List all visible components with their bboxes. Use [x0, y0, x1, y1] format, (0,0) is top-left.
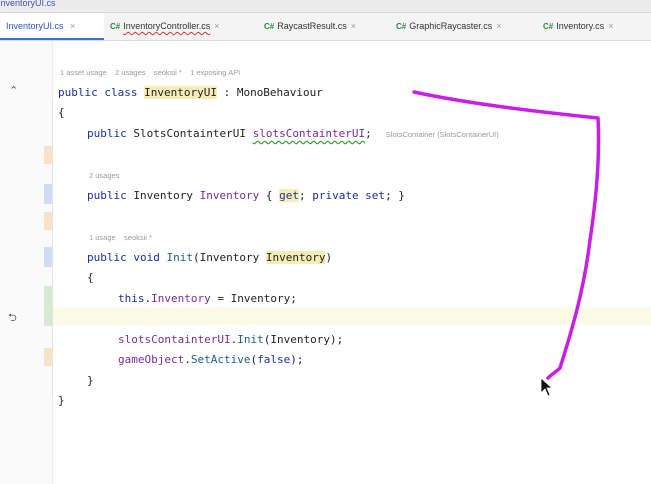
keyword: public void	[87, 251, 167, 264]
change-marker	[44, 184, 52, 204]
assignment: = Inventory;	[210, 292, 297, 305]
class-name: InventoryUI	[144, 86, 217, 99]
method-name: Init	[166, 251, 193, 264]
punct: (Inventory	[192, 251, 266, 264]
undo-icon[interactable]: ⮌	[8, 309, 17, 328]
serialized-field-hint: SlotsContainer (SlotsContainerUI)	[385, 130, 499, 139]
parameter-name: Inventory	[265, 251, 326, 264]
property-name: Inventory	[151, 292, 211, 305]
code-line: gameObject.SetActive(false);	[118, 352, 303, 367]
code-line: public class InventoryUI : MonoBehaviour	[58, 85, 323, 100]
code-vision-hints: 1 usage seoksii *	[89, 233, 152, 242]
tab-label: InventoryController.cs	[123, 21, 211, 31]
code-line: {	[87, 271, 94, 284]
editor-tab-bar: InventoryUI.cs × C# InventoryController.c…	[0, 13, 651, 41]
code-vision-hints: 2 usages	[89, 171, 119, 180]
close-icon[interactable]: ×	[70, 21, 75, 31]
change-marker	[44, 247, 52, 267]
author-hint[interactable]: seoksii *	[154, 68, 182, 77]
method-name: Init	[237, 333, 264, 346]
code-line: }	[58, 394, 65, 407]
code-line: this.Inventory = Inventory;	[118, 291, 297, 306]
code-vision-hints: 1 asset usage 2 usages seoksii * 1 expos…	[60, 68, 240, 77]
change-marker	[44, 212, 52, 230]
window-titlebar: InventoryUI.cs	[0, 0, 651, 13]
class-implements-icon[interactable]: ⌃	[9, 84, 18, 97]
code-line: public void Init(Inventory Inventory)	[87, 250, 332, 265]
window-title: InventoryUI.cs	[0, 0, 56, 8]
close-icon[interactable]: ×	[214, 21, 219, 31]
fold-guide	[52, 98, 53, 398]
code-editor[interactable]: 1 asset usage 2 usages seoksii * 1 expos…	[58, 41, 651, 484]
tab-inventorycontroller[interactable]: C# InventoryController.cs ×	[110, 13, 220, 40]
tab-label: RaycastResult.cs	[277, 21, 347, 31]
csharp-file-icon: C#	[396, 22, 407, 31]
change-marker	[44, 286, 52, 326]
close-icon[interactable]: ×	[351, 21, 356, 31]
field-name: slotsContainterUI	[252, 127, 366, 140]
field-name: slotsContainterUI	[118, 333, 231, 346]
base-class: : MonoBehaviour	[216, 86, 323, 99]
usage-hint[interactable]: 1 asset usage	[60, 68, 107, 77]
close-icon[interactable]: ×	[496, 21, 501, 31]
author-hint[interactable]: seoksii *	[124, 233, 152, 242]
tab-inventoryui[interactable]: InventoryUI.cs ×	[0, 13, 104, 40]
api-hint[interactable]: 1 exposing API	[190, 68, 240, 77]
keyword: private set	[312, 189, 386, 202]
keyword: get	[279, 189, 299, 202]
method-name: SetActive	[190, 353, 251, 366]
tab-label: Inventory.cs	[556, 21, 605, 31]
tab-label: InventoryUI.cs	[6, 21, 64, 31]
close-icon[interactable]: ×	[608, 21, 613, 31]
keyword: this	[118, 292, 145, 305]
keyword: public	[87, 189, 134, 202]
csharp-file-icon: C#	[264, 22, 275, 31]
punct: ; }	[385, 189, 405, 202]
code-line: public SlotsContainterUI slotsContainter…	[87, 126, 499, 141]
keyword: public class	[58, 86, 145, 99]
keyword: public	[87, 127, 134, 140]
punct: )	[325, 251, 333, 264]
type-name: Inventory	[133, 189, 200, 202]
punct: ;	[365, 127, 372, 140]
tab-raycastresult[interactable]: C# RaycastResult.cs ×	[264, 13, 356, 40]
property-name: Inventory	[199, 189, 260, 202]
code-line: public Inventory Inventory { get; privat…	[87, 188, 405, 203]
args: (Inventory);	[263, 333, 344, 346]
tab-inventory[interactable]: C# Inventory.cs ×	[543, 13, 613, 40]
punct: ;	[298, 189, 313, 202]
punct: {	[259, 189, 280, 202]
usage-hint[interactable]: 2 usages	[115, 68, 145, 77]
csharp-file-icon: C#	[110, 22, 121, 31]
code-line: {	[58, 106, 65, 119]
tab-graphicraycaster[interactable]: C# GraphicRaycaster.cs ×	[396, 13, 502, 40]
tab-label: GraphicRaycaster.cs	[409, 21, 493, 31]
usage-hint[interactable]: 2 usages	[89, 171, 119, 180]
field-name: gameObject	[118, 353, 185, 366]
change-marker	[44, 348, 52, 366]
punct: );	[290, 353, 304, 366]
code-line: slotsContainterUI.Init(Inventory);	[118, 332, 343, 347]
keyword: false	[257, 353, 291, 366]
punct: .	[184, 353, 191, 366]
type-name: SlotsContainterUI	[133, 127, 253, 140]
csharp-file-icon: C#	[543, 22, 554, 31]
usage-hint[interactable]: 1 usage	[89, 233, 116, 242]
code-line: }	[87, 374, 94, 387]
change-marker	[44, 146, 52, 164]
